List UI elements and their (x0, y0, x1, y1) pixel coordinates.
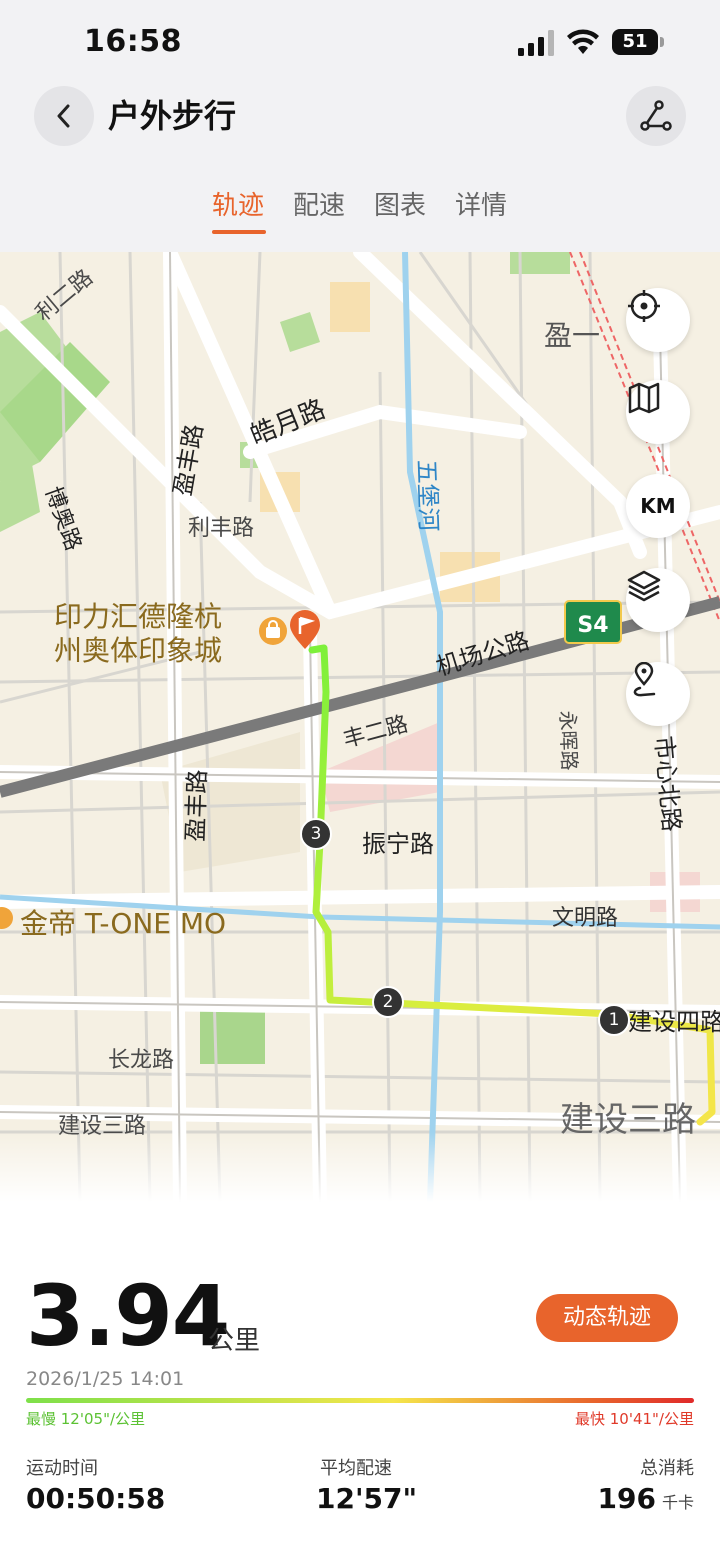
street-label: 盈丰路 (181, 769, 212, 843)
poi-label-line: 州奥体印象城 (54, 634, 223, 667)
map-style-button[interactable] (626, 380, 690, 444)
layers-icon (627, 570, 661, 602)
km-marker: 2 (372, 986, 404, 1018)
poi-label-line: 印力汇德隆杭 (54, 600, 223, 633)
map-icon (628, 382, 660, 414)
locate-button[interactable] (626, 288, 690, 352)
map-view[interactable]: 利二路 盈一 皓月路 盈丰路 博奥路 利丰路 五堡河 机场公路 丰二路 永晖路 … (0, 252, 720, 1202)
tab-track[interactable]: 轨迹 (212, 186, 264, 226)
route-pin-icon (633, 662, 656, 697)
chevron-left-icon (57, 104, 70, 128)
poi-dot-icon (0, 907, 13, 929)
route-share-button[interactable] (626, 86, 686, 146)
back-button[interactable] (34, 86, 94, 146)
street-label: 永晖路 (555, 710, 582, 771)
route-share-icon (640, 100, 672, 131)
shopping-icon (259, 617, 287, 645)
page-title: 户外步行 (108, 97, 237, 135)
wifi-icon (567, 29, 599, 54)
street-label: 长龙路 (108, 1048, 175, 1073)
tab-bar: 轨迹 配速 图表 详情 (0, 186, 720, 236)
battery-icon: 51 (612, 29, 664, 55)
km-marker: 3 (300, 818, 332, 850)
map-fade-overlay (0, 1132, 720, 1202)
start-flag-icon (290, 610, 320, 649)
street-label: 文明路 (552, 906, 619, 931)
avg-pace-label: 平均配速 (320, 1458, 392, 1479)
km-marker: 1 (598, 1004, 630, 1036)
route-pin-button[interactable] (626, 662, 690, 726)
duration-label: 运动时间 (26, 1458, 98, 1479)
tab-pace[interactable]: 配速 (293, 186, 345, 226)
calories-unit: 千卡 (661, 1493, 694, 1512)
distance-value: 3.94 (26, 1267, 230, 1365)
pace-gradient-bar (26, 1398, 694, 1403)
street-label: 振宁路 (362, 830, 434, 858)
layers-button[interactable] (626, 568, 690, 632)
calories-label: 总消耗 (640, 1458, 694, 1479)
dynamic-track-button[interactable]: 动态轨迹 (536, 1294, 678, 1342)
status-time: 16:58 (84, 24, 182, 59)
tab-active-indicator (212, 230, 266, 234)
river-label: 五堡河 (412, 459, 443, 533)
tab-details[interactable]: 详情 (455, 186, 507, 226)
street-label: 利丰路 (188, 516, 255, 541)
battery-cap (660, 37, 664, 47)
calories-stat: 196 千卡 (598, 1482, 694, 1515)
summary-panel: 3.94 公里 动态轨迹 2026/1/25 14:01 最慢 12'05"/公… (0, 1202, 720, 1558)
street-label: 建设四路 (628, 1008, 720, 1036)
km-toggle-button[interactable]: KM (626, 474, 690, 538)
activity-datetime: 2026/1/25 14:01 (26, 1368, 185, 1390)
poi-label-yinli[interactable]: 印力汇德隆杭 州奥体印象城 (54, 600, 222, 668)
street-label: 盈一 (544, 319, 601, 352)
signal-icon (518, 30, 554, 56)
locate-icon (628, 290, 660, 322)
status-bar: 16:58 51 (0, 0, 720, 84)
duration-value: 00:50:58 (26, 1482, 166, 1515)
slowest-pace-label: 最慢 12'05"/公里 (26, 1410, 146, 1428)
avg-pace-value: 12'57" (316, 1482, 418, 1515)
battery-level: 51 (612, 29, 658, 55)
poi-label-jindi[interactable]: 金帝 T-ONE MO (20, 902, 226, 942)
highway-badge: S4 (564, 600, 622, 644)
calories-value: 196 (597, 1482, 656, 1515)
tab-charts[interactable]: 图表 (374, 186, 426, 226)
fastest-pace-label: 最快 10'41"/公里 (574, 1410, 694, 1428)
distance-unit: 公里 (208, 1326, 261, 1356)
